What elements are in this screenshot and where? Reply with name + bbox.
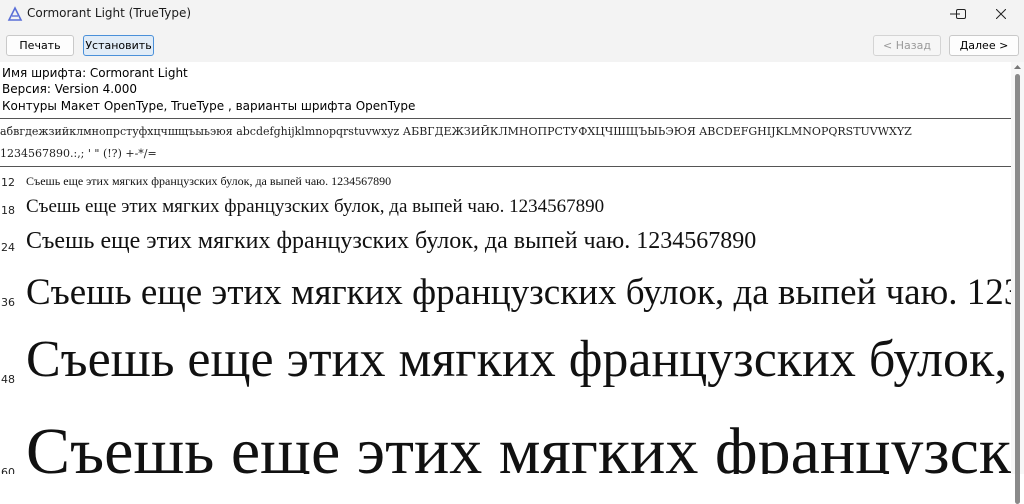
maximize-icon: [956, 9, 966, 19]
font-name-info: Имя шрифта: Cormorant Light: [2, 66, 188, 80]
vertical-scrollbar[interactable]: [1011, 62, 1024, 504]
sample-text: Съешь еще этих мягких французских булок,…: [26, 196, 605, 217]
divider: [0, 118, 1011, 119]
sample-text: Съешь еще этих мягких французских булок,…: [26, 272, 1011, 313]
font-preview-pane: Имя шрифта: Cormorant Light Версия: Vers…: [0, 62, 1011, 474]
scroll-up-icon[interactable]: [1014, 64, 1021, 70]
install-button[interactable]: Установить: [83, 35, 154, 56]
close-icon: [996, 9, 1006, 19]
sample-size-label: 36: [1, 296, 15, 309]
sample-text: Съешь еще этих мягких французских булок,…: [26, 415, 1011, 474]
toolbar: Печать Установить < Назад Далее >: [0, 28, 1024, 62]
font-outline-info: Контуры Макет OpenType, TrueType , вариа…: [2, 99, 416, 113]
sample-text: Съешь еще этих мягких французских булок,…: [26, 331, 1011, 388]
sample-text: Съешь еще этих мягких французских булок,…: [26, 228, 757, 254]
sample-size-label: 12: [1, 176, 15, 189]
title-bar: Cormorant Light (TrueType): [0, 0, 1024, 28]
font-viewer-icon: [7, 6, 23, 21]
print-button[interactable]: Печать: [6, 35, 74, 56]
charset-line-1: абвгдежзийклмнопрстуфхцчшщъыьэюя abcdefg…: [0, 125, 912, 138]
sample-size-label: 18: [1, 204, 15, 217]
font-version-info: Версия: Version 4.000: [2, 82, 137, 96]
charset-line-2: 1234567890.:,; ' " (!?) +-*/=: [0, 147, 157, 160]
sample-size-label: 60: [1, 466, 15, 474]
back-button[interactable]: < Назад: [873, 35, 941, 56]
sample-size-label: 48: [1, 373, 15, 386]
scroll-thumb[interactable]: [1015, 74, 1020, 504]
sample-text: Съешь еще этих мягких французских булок,…: [26, 174, 392, 188]
window-title: Cormorant Light (TrueType): [27, 6, 192, 20]
close-button[interactable]: [978, 0, 1024, 28]
divider: [0, 166, 1011, 167]
next-button[interactable]: Далее >: [949, 35, 1019, 56]
sample-size-label: 24: [1, 241, 15, 254]
